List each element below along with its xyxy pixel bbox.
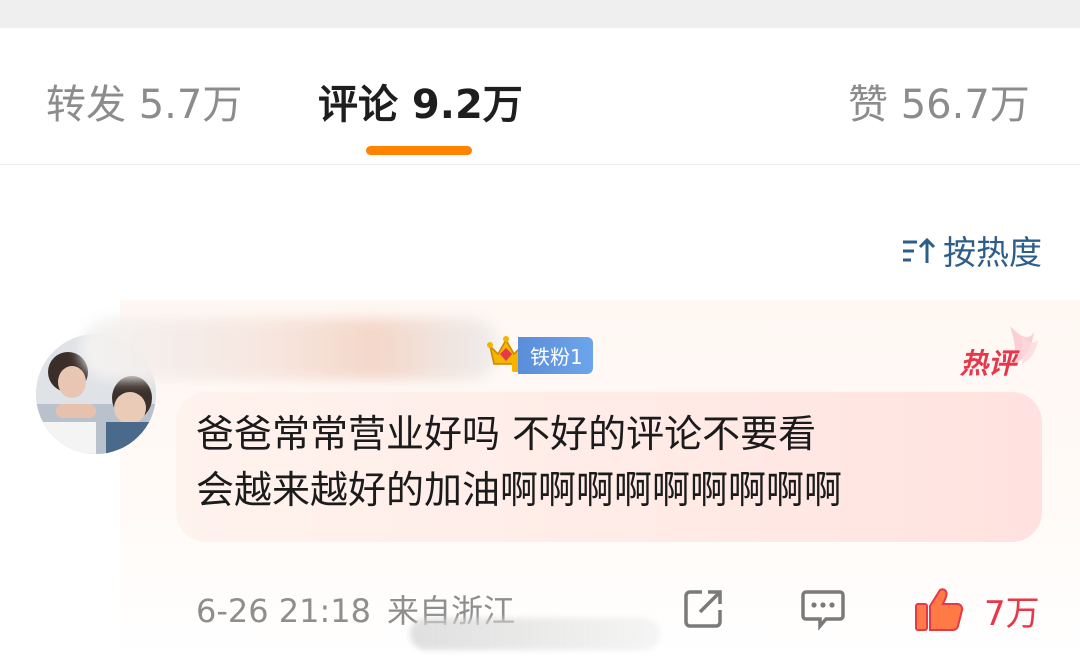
tab-comments[interactable]: 评论 9.2万 <box>318 72 523 130</box>
fan-badge-label: 铁粉1 <box>518 336 593 374</box>
tab-bar: 转发 5.7万 评论 9.2万 赞 56.7万 <box>0 28 1080 165</box>
sort-button[interactable]: 按热度 <box>901 226 1042 274</box>
comment-line: 爸爸常常营业好吗 不好的评论不要看 <box>196 412 817 456</box>
like-button[interactable] <box>914 586 966 636</box>
like-count: 7万 <box>984 594 1040 634</box>
share-button[interactable] <box>682 586 726 634</box>
tab-reposts[interactable]: 转发 5.7万 <box>46 72 242 130</box>
hot-comment-label: 热评 <box>960 347 1017 380</box>
active-tab-indicator <box>366 146 472 155</box>
comment-date: 6-26 21:18 <box>196 592 372 630</box>
tab-likes[interactable]: 赞 56.7万 <box>848 72 1030 130</box>
comment-icon <box>800 590 846 636</box>
username-blurred[interactable] <box>80 318 500 380</box>
watermark-blur <box>410 618 660 650</box>
comment-line: 会越来越好的加油啊啊啊啊啊啊啊啊啊 <box>196 468 843 512</box>
fan-badge[interactable]: 铁粉1 <box>486 334 593 374</box>
share-icon <box>682 590 726 634</box>
hot-comment-tag: 热评 <box>950 322 1040 386</box>
comment-text[interactable]: 爸爸常常营业好吗 不好的评论不要看 会越来越好的加油啊啊啊啊啊啊啊啊啊 <box>196 406 1036 518</box>
status-strip <box>0 0 1080 28</box>
reply-button[interactable] <box>800 586 846 636</box>
thumbs-up-icon <box>914 588 966 636</box>
sort-label: 按热度 <box>943 233 1042 272</box>
sort-icon <box>901 235 937 274</box>
